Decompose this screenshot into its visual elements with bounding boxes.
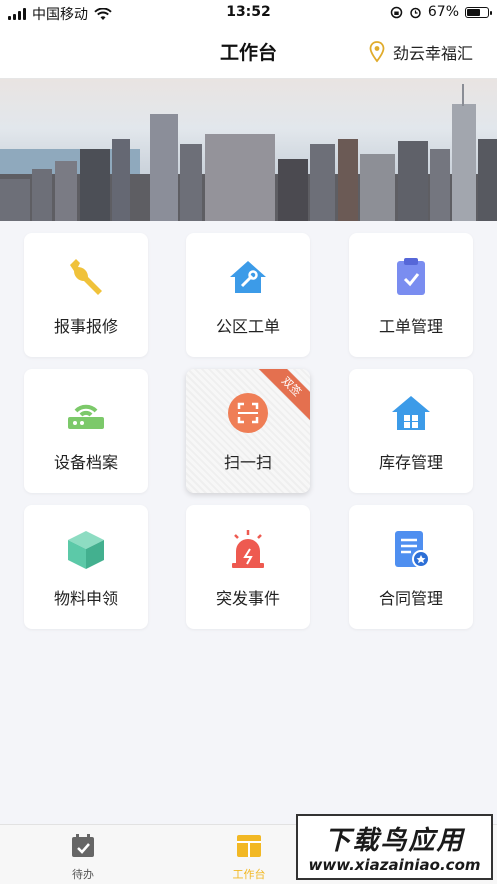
- tile-label: 公区工单: [215, 317, 280, 336]
- location-name: 劲云幸福汇: [392, 44, 473, 63]
- watermark-url: www.xiazainiao.com: [308, 856, 481, 874]
- tile-label: 报事报修: [53, 317, 118, 336]
- router-icon: [68, 404, 104, 429]
- function-grid: 报事报修 公区工单 工单管理 设备档案 扫一扫 双签 库存管理 物料申领 突发事…: [24, 233, 473, 629]
- todo-calendar-icon: [72, 834, 94, 857]
- orientation-lock-icon: [390, 6, 403, 18]
- tile-emergency-event[interactable]: 突发事件: [186, 505, 310, 629]
- house-wrench-icon: [230, 261, 266, 293]
- location-pin-icon: [369, 41, 385, 63]
- alarm-icon: [232, 530, 264, 568]
- workbench-icon: [237, 835, 261, 857]
- tile-label: 扫一扫: [223, 453, 272, 472]
- tile-label: 库存管理: [378, 453, 443, 472]
- status-bar: 中国移动 13:52 67%: [0, 0, 497, 26]
- tile-equipment-records[interactable]: 设备档案: [24, 369, 148, 493]
- tile-material-request[interactable]: 物料申领: [24, 505, 148, 629]
- tab-todo[interactable]: 待办: [43, 833, 123, 882]
- tab-workbench[interactable]: 工作台: [209, 833, 289, 882]
- wrench-icon: [70, 259, 102, 295]
- warehouse-icon: [392, 396, 430, 430]
- tile-work-order-management[interactable]: 工单管理: [349, 233, 473, 357]
- city-banner-image: [0, 79, 497, 221]
- tile-public-area-order[interactable]: 公区工单: [186, 233, 310, 357]
- tab-label: 工作台: [232, 868, 266, 881]
- contract-icon: [395, 531, 430, 568]
- watermark-title: 下载鸟应用: [324, 826, 465, 856]
- tile-label: 工单管理: [378, 317, 443, 336]
- clipboard-icon: [397, 258, 425, 295]
- tile-label: 合同管理: [378, 589, 443, 608]
- alarm-clock-icon: [410, 7, 421, 18]
- tile-inventory-management[interactable]: 库存管理: [349, 369, 473, 493]
- scan-icon: [228, 393, 268, 433]
- tile-report-repair[interactable]: 报事报修: [24, 233, 148, 357]
- site-watermark: 下载鸟应用 www.xiazainiao.com: [296, 814, 493, 880]
- header: 工作台 劲云幸福汇: [0, 26, 497, 79]
- tile-label: 突发事件: [215, 589, 280, 608]
- battery-icon: [465, 6, 492, 18]
- tile-label: 设备档案: [53, 453, 118, 472]
- tab-label: 待办: [72, 868, 94, 881]
- tile-scan[interactable]: 扫一扫 双签: [186, 369, 310, 493]
- tile-contract-management[interactable]: 合同管理: [349, 505, 473, 629]
- tile-label: 物料申领: [53, 589, 118, 608]
- location-selector[interactable]: 劲云幸福汇: [369, 40, 473, 64]
- battery-percent: 67%: [427, 4, 459, 20]
- box-icon: [68, 531, 104, 569]
